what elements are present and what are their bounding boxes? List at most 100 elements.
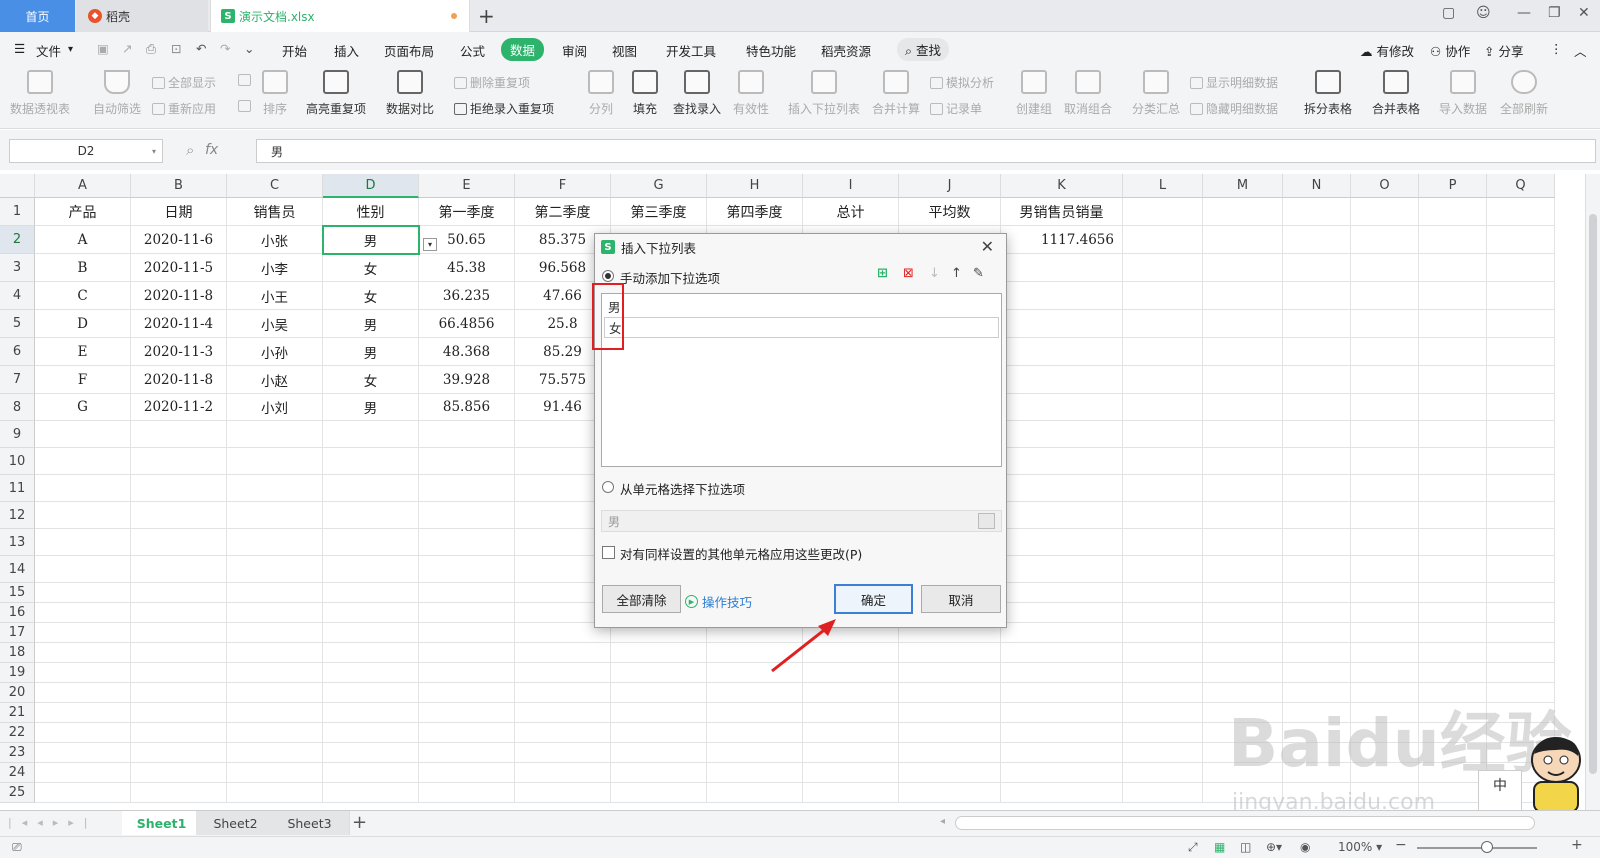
table-cell[interactable] xyxy=(1283,529,1351,556)
share-button[interactable]: ⇪ 分享 xyxy=(1484,41,1523,60)
row-header[interactable]: 9 xyxy=(0,421,35,448)
table-cell[interactable]: A xyxy=(35,226,131,254)
table-cell[interactable] xyxy=(227,475,323,502)
sheet-tab-sheet1[interactable]: Sheet1 xyxy=(122,811,202,835)
page-layout-view-icon[interactable]: ◫ xyxy=(1240,840,1251,854)
table-cell[interactable] xyxy=(1203,643,1283,663)
table-cell[interactable] xyxy=(227,643,323,663)
table-cell[interactable]: 女 xyxy=(323,366,419,394)
row-header[interactable]: 24 xyxy=(0,763,35,783)
ok-button[interactable]: 确定 xyxy=(834,584,913,614)
table-cell[interactable] xyxy=(419,723,515,743)
formula-input[interactable]: 男 xyxy=(256,139,1596,163)
table-cell[interactable] xyxy=(1203,394,1283,421)
column-header[interactable]: B xyxy=(131,174,227,198)
table-cell[interactable]: G xyxy=(35,394,131,421)
row-header[interactable]: 16 xyxy=(0,603,35,623)
table-cell[interactable] xyxy=(611,663,707,683)
table-cell[interactable] xyxy=(1419,663,1487,683)
row-header[interactable]: 17 xyxy=(0,623,35,643)
table-cell[interactable] xyxy=(1487,421,1555,448)
table-cell[interactable] xyxy=(1123,603,1203,623)
table-cell[interactable] xyxy=(227,603,323,623)
table-cell[interactable]: 39.928 xyxy=(419,366,515,394)
column-header[interactable]: L xyxy=(1123,174,1203,198)
table-cell[interactable] xyxy=(1203,421,1283,448)
table-cell[interactable] xyxy=(1283,603,1351,623)
table-cell[interactable] xyxy=(1001,583,1123,603)
table-cell[interactable] xyxy=(1487,226,1555,254)
table-cell[interactable] xyxy=(1123,421,1203,448)
table-cell[interactable] xyxy=(1001,448,1123,475)
table-cell[interactable] xyxy=(707,643,803,663)
table-cell[interactable] xyxy=(1001,743,1123,763)
table-cell[interactable] xyxy=(1419,502,1487,529)
table-cell[interactable] xyxy=(35,529,131,556)
table-cell[interactable] xyxy=(1351,338,1419,366)
table-cell[interactable]: 66.4856 xyxy=(419,310,515,338)
sheet-nav-arrows-icon[interactable]: |◂◂▸▸| xyxy=(8,816,98,829)
table-cell[interactable] xyxy=(131,623,227,643)
table-cell[interactable] xyxy=(611,703,707,723)
zoom-slider-thumb[interactable] xyxy=(1481,841,1493,853)
table-cell[interactable] xyxy=(803,783,899,803)
table-cell[interactable] xyxy=(611,783,707,803)
table-cell[interactable] xyxy=(1001,603,1123,623)
table-cell[interactable] xyxy=(1351,226,1419,254)
row-header[interactable]: 8 xyxy=(0,394,35,421)
header-cell[interactable]: 第一季度 xyxy=(419,198,515,226)
column-header[interactable]: M xyxy=(1203,174,1283,198)
validity-button[interactable]: 有效性 xyxy=(733,70,769,117)
table-cell[interactable] xyxy=(1283,475,1351,502)
column-header[interactable]: G xyxy=(611,174,707,198)
table-cell[interactable] xyxy=(1203,663,1283,683)
table-cell[interactable] xyxy=(1419,394,1487,421)
table-cell[interactable] xyxy=(515,763,611,783)
table-cell[interactable] xyxy=(1123,310,1203,338)
from-cells-option-radio[interactable] xyxy=(602,481,614,493)
dropdown-arrow-icon[interactable]: ▾ xyxy=(423,238,437,251)
column-header[interactable]: K xyxy=(1001,174,1123,198)
table-cell[interactable] xyxy=(1283,663,1351,683)
table-cell[interactable]: B xyxy=(35,254,131,282)
table-cell[interactable] xyxy=(899,703,1001,723)
hide-detail-button[interactable]: 隐藏明细数据 xyxy=(1190,100,1278,117)
ungroup-button[interactable]: 取消组合 xyxy=(1064,70,1112,117)
table-cell[interactable] xyxy=(35,763,131,783)
row-header[interactable]: 3 xyxy=(0,254,35,282)
table-cell[interactable] xyxy=(1487,475,1555,502)
table-cell[interactable] xyxy=(323,763,419,783)
table-cell[interactable] xyxy=(1351,502,1419,529)
table-cell[interactable]: 48.368 xyxy=(419,338,515,366)
fx-icon[interactable]: fx xyxy=(205,142,218,158)
table-cell[interactable] xyxy=(1283,366,1351,394)
row-header[interactable]: 18 xyxy=(0,643,35,663)
table-cell[interactable]: 小刘 xyxy=(227,394,323,421)
table-cell[interactable] xyxy=(1351,623,1419,643)
table-cell[interactable] xyxy=(35,583,131,603)
reading-mode-icon[interactable]: ⊕▾ xyxy=(1266,840,1282,854)
table-cell[interactable] xyxy=(1351,198,1419,226)
table-cell[interactable] xyxy=(515,643,611,663)
table-cell[interactable] xyxy=(1487,282,1555,310)
collapse-ribbon-icon[interactable]: ︿ xyxy=(1574,41,1587,60)
table-cell[interactable] xyxy=(515,683,611,703)
row-header[interactable]: 2 xyxy=(0,226,35,254)
table-cell[interactable] xyxy=(419,683,515,703)
edit-item-icon[interactable]: ✎ xyxy=(973,266,984,281)
table-cell[interactable] xyxy=(1001,394,1123,421)
menu-view[interactable]: 视图 xyxy=(612,41,637,60)
table-cell[interactable] xyxy=(227,683,323,703)
table-cell[interactable] xyxy=(35,448,131,475)
table-cell[interactable] xyxy=(1487,254,1555,282)
table-cell[interactable] xyxy=(1351,254,1419,282)
table-cell[interactable] xyxy=(1001,421,1123,448)
table-cell[interactable]: 小赵 xyxy=(227,366,323,394)
table-cell[interactable] xyxy=(35,743,131,763)
table-cell[interactable] xyxy=(1203,556,1283,583)
macro-record-icon[interactable]: ⎚ xyxy=(12,840,22,855)
table-cell[interactable] xyxy=(1001,683,1123,703)
table-cell[interactable] xyxy=(1351,282,1419,310)
table-cell[interactable] xyxy=(131,723,227,743)
table-cell[interactable] xyxy=(1419,282,1487,310)
